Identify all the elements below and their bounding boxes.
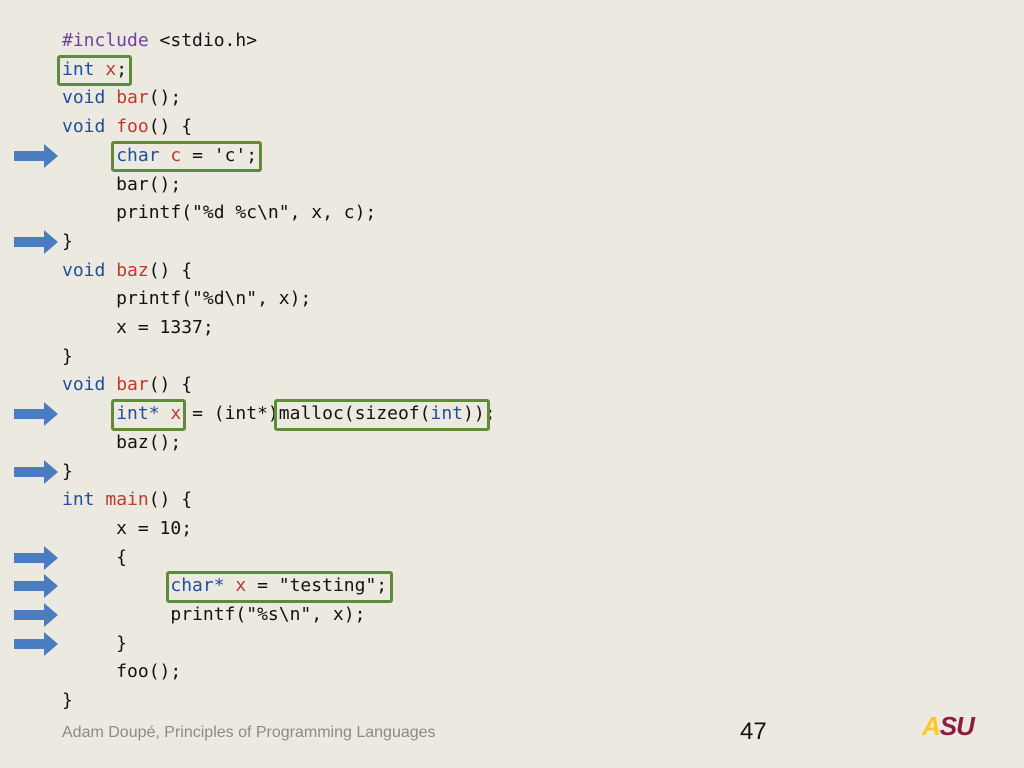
code-token: } xyxy=(62,230,73,252)
highlight-box xyxy=(274,399,491,431)
code-token: } xyxy=(62,632,128,654)
code-line: bar(); xyxy=(62,171,181,199)
identifier-token: main xyxy=(105,489,149,511)
code-line: } xyxy=(62,228,73,256)
code-line: x = 10; xyxy=(62,515,192,543)
code-line: printf("%d %c\n", x, c); xyxy=(62,199,376,227)
code-line: void bar() { xyxy=(62,371,192,399)
code-token: () { xyxy=(148,259,193,281)
identifier-token: foo xyxy=(116,116,149,138)
arrow-right-icon xyxy=(14,402,58,427)
arrow-right-icon xyxy=(14,229,58,254)
footer-text: Adam Doupé, Principles of Programming La… xyxy=(62,724,436,741)
code-token: () { xyxy=(148,116,193,138)
code-line: printf("%d\n", x); xyxy=(62,285,311,313)
code-token: bar(); xyxy=(62,173,182,195)
code-line: void baz() { xyxy=(62,257,192,285)
arrow-right-icon xyxy=(14,143,58,168)
arrow-right-icon xyxy=(14,545,58,570)
arrow-right-icon xyxy=(14,603,58,627)
code-line: int main() { xyxy=(62,486,192,514)
keyword-token: void xyxy=(62,87,106,109)
code-token: } xyxy=(62,345,73,367)
keyword-token: int xyxy=(62,489,95,511)
code-line: void bar(); xyxy=(62,84,181,112)
page-number: 47 xyxy=(740,718,767,745)
code-line: } xyxy=(62,458,73,486)
keyword-token: void xyxy=(62,259,106,281)
arrow-right-icon xyxy=(14,459,58,484)
code-token: (); xyxy=(148,87,182,109)
code-token: () { xyxy=(148,374,193,396)
code-token: <stdio.h> xyxy=(148,30,258,51)
code-token: { xyxy=(62,546,128,568)
code-token: x = 1337; xyxy=(62,317,214,338)
code-token: baz(); xyxy=(62,431,182,453)
code-line: } xyxy=(62,630,127,658)
keyword-token: void xyxy=(62,116,106,138)
identifier-token: baz xyxy=(116,259,149,281)
code-line: foo(); xyxy=(62,658,181,686)
highlight-box xyxy=(57,54,133,87)
code-token: } xyxy=(62,460,73,482)
code-line: x = 1337; xyxy=(62,314,214,342)
preprocessor-token: #include xyxy=(62,30,149,51)
keyword-token: void xyxy=(62,374,106,396)
code-token: x = 10; xyxy=(62,517,193,539)
identifier-token: bar xyxy=(116,374,149,396)
code-token: foo(); xyxy=(62,661,182,683)
code-line: } xyxy=(62,687,73,715)
asu-logo: ASU xyxy=(922,711,975,741)
highlight-box xyxy=(165,571,393,603)
code-line: baz(); xyxy=(62,429,181,457)
highlight-box xyxy=(111,399,187,431)
code-token: } xyxy=(62,690,73,712)
code-line: void foo() { xyxy=(62,113,192,141)
identifier-token: bar xyxy=(116,87,149,109)
code-line: } xyxy=(62,343,73,371)
arrow-right-icon xyxy=(14,631,58,656)
code-line: #include <stdio.h> xyxy=(62,27,257,55)
arrow-right-icon xyxy=(14,574,58,599)
code-line: printf("%s\n", x); xyxy=(62,601,365,629)
code-token: printf("%d %c\n", x, c); xyxy=(62,202,377,224)
code-token: () { xyxy=(148,489,193,511)
code-token: printf("%s\n", x); xyxy=(62,604,366,625)
highlight-box xyxy=(111,140,263,173)
code-line: { xyxy=(62,544,127,572)
code-token: printf("%d\n", x); xyxy=(62,288,312,310)
